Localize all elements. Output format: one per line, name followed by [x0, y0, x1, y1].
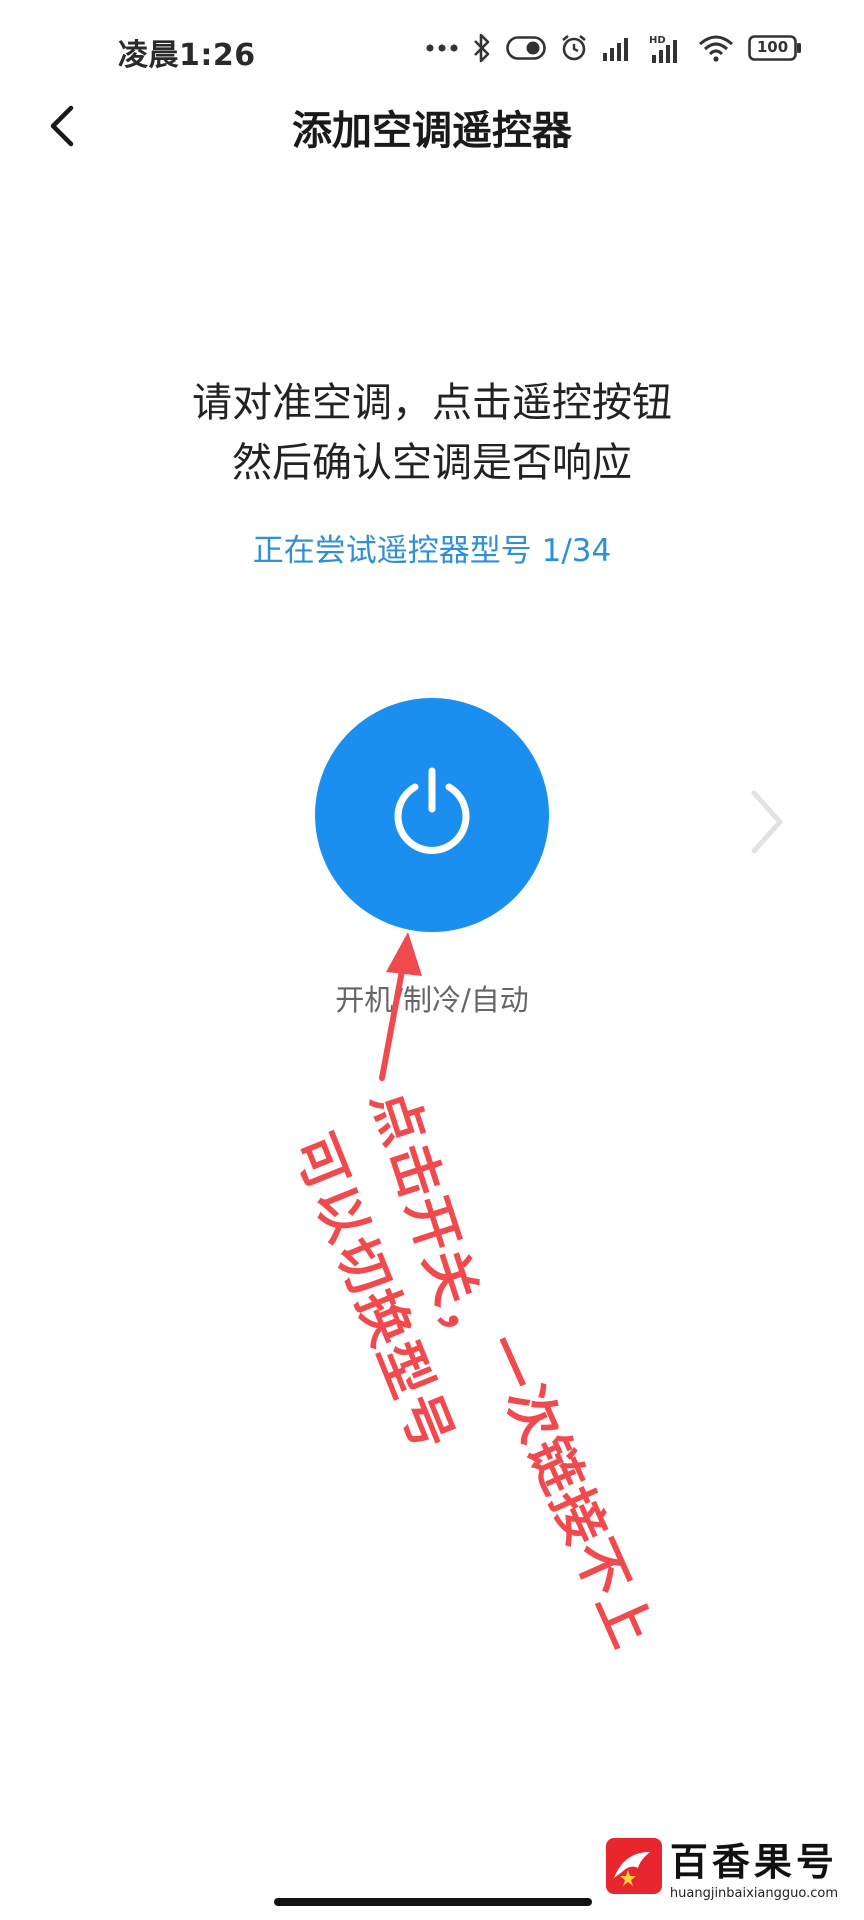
more-dots-icon [426, 43, 458, 53]
next-model-button[interactable] [738, 784, 798, 864]
watermark-logo-icon [606, 1838, 662, 1894]
status-bar: 凌晨1:26 HD 100 [0, 0, 864, 96]
instruction-line-1: 请对准空调，点击遥控按钮 [192, 380, 672, 426]
wifi-icon [698, 34, 734, 62]
battery-icon: 100 [748, 35, 802, 61]
annotation-text-3: 一次链接不上 [470, 1325, 665, 1658]
home-indicator[interactable] [274, 1898, 592, 1906]
power-icon [387, 765, 477, 865]
signal-icon [602, 35, 634, 61]
battery-level: 100 [756, 38, 789, 56]
alarm-icon [560, 34, 588, 62]
watermark-brand: 百香果号 [669, 1840, 838, 1884]
instruction-line-2: 然后确认空调是否响应 [232, 440, 632, 486]
status-icons: HD 100 [426, 28, 802, 68]
trying-model-status: 正在尝试遥控器型号 1/34 [252, 533, 612, 569]
hd-signal-icon: HD [648, 33, 684, 63]
watermark-url: huangjinbaixiangguo.com [669, 1886, 838, 1901]
power-mode-label: 开机/制冷/自动 [335, 983, 529, 1017]
page-title: 添加空调遥控器 [292, 108, 572, 154]
power-button[interactable] [315, 698, 549, 932]
bluetooth-icon [472, 33, 492, 63]
svg-text:HD: HD [649, 35, 666, 46]
status-time: 凌晨1:26 [118, 38, 256, 73]
chevron-right-icon [748, 787, 788, 861]
watermark-text: 百香果号 huangjinbaixiangguo.com [670, 1831, 838, 1901]
annotation-arrow [379, 932, 422, 1081]
toggle-icon [506, 36, 546, 60]
watermark: 百香果号 huangjinbaixiangguo.com [606, 1820, 838, 1912]
